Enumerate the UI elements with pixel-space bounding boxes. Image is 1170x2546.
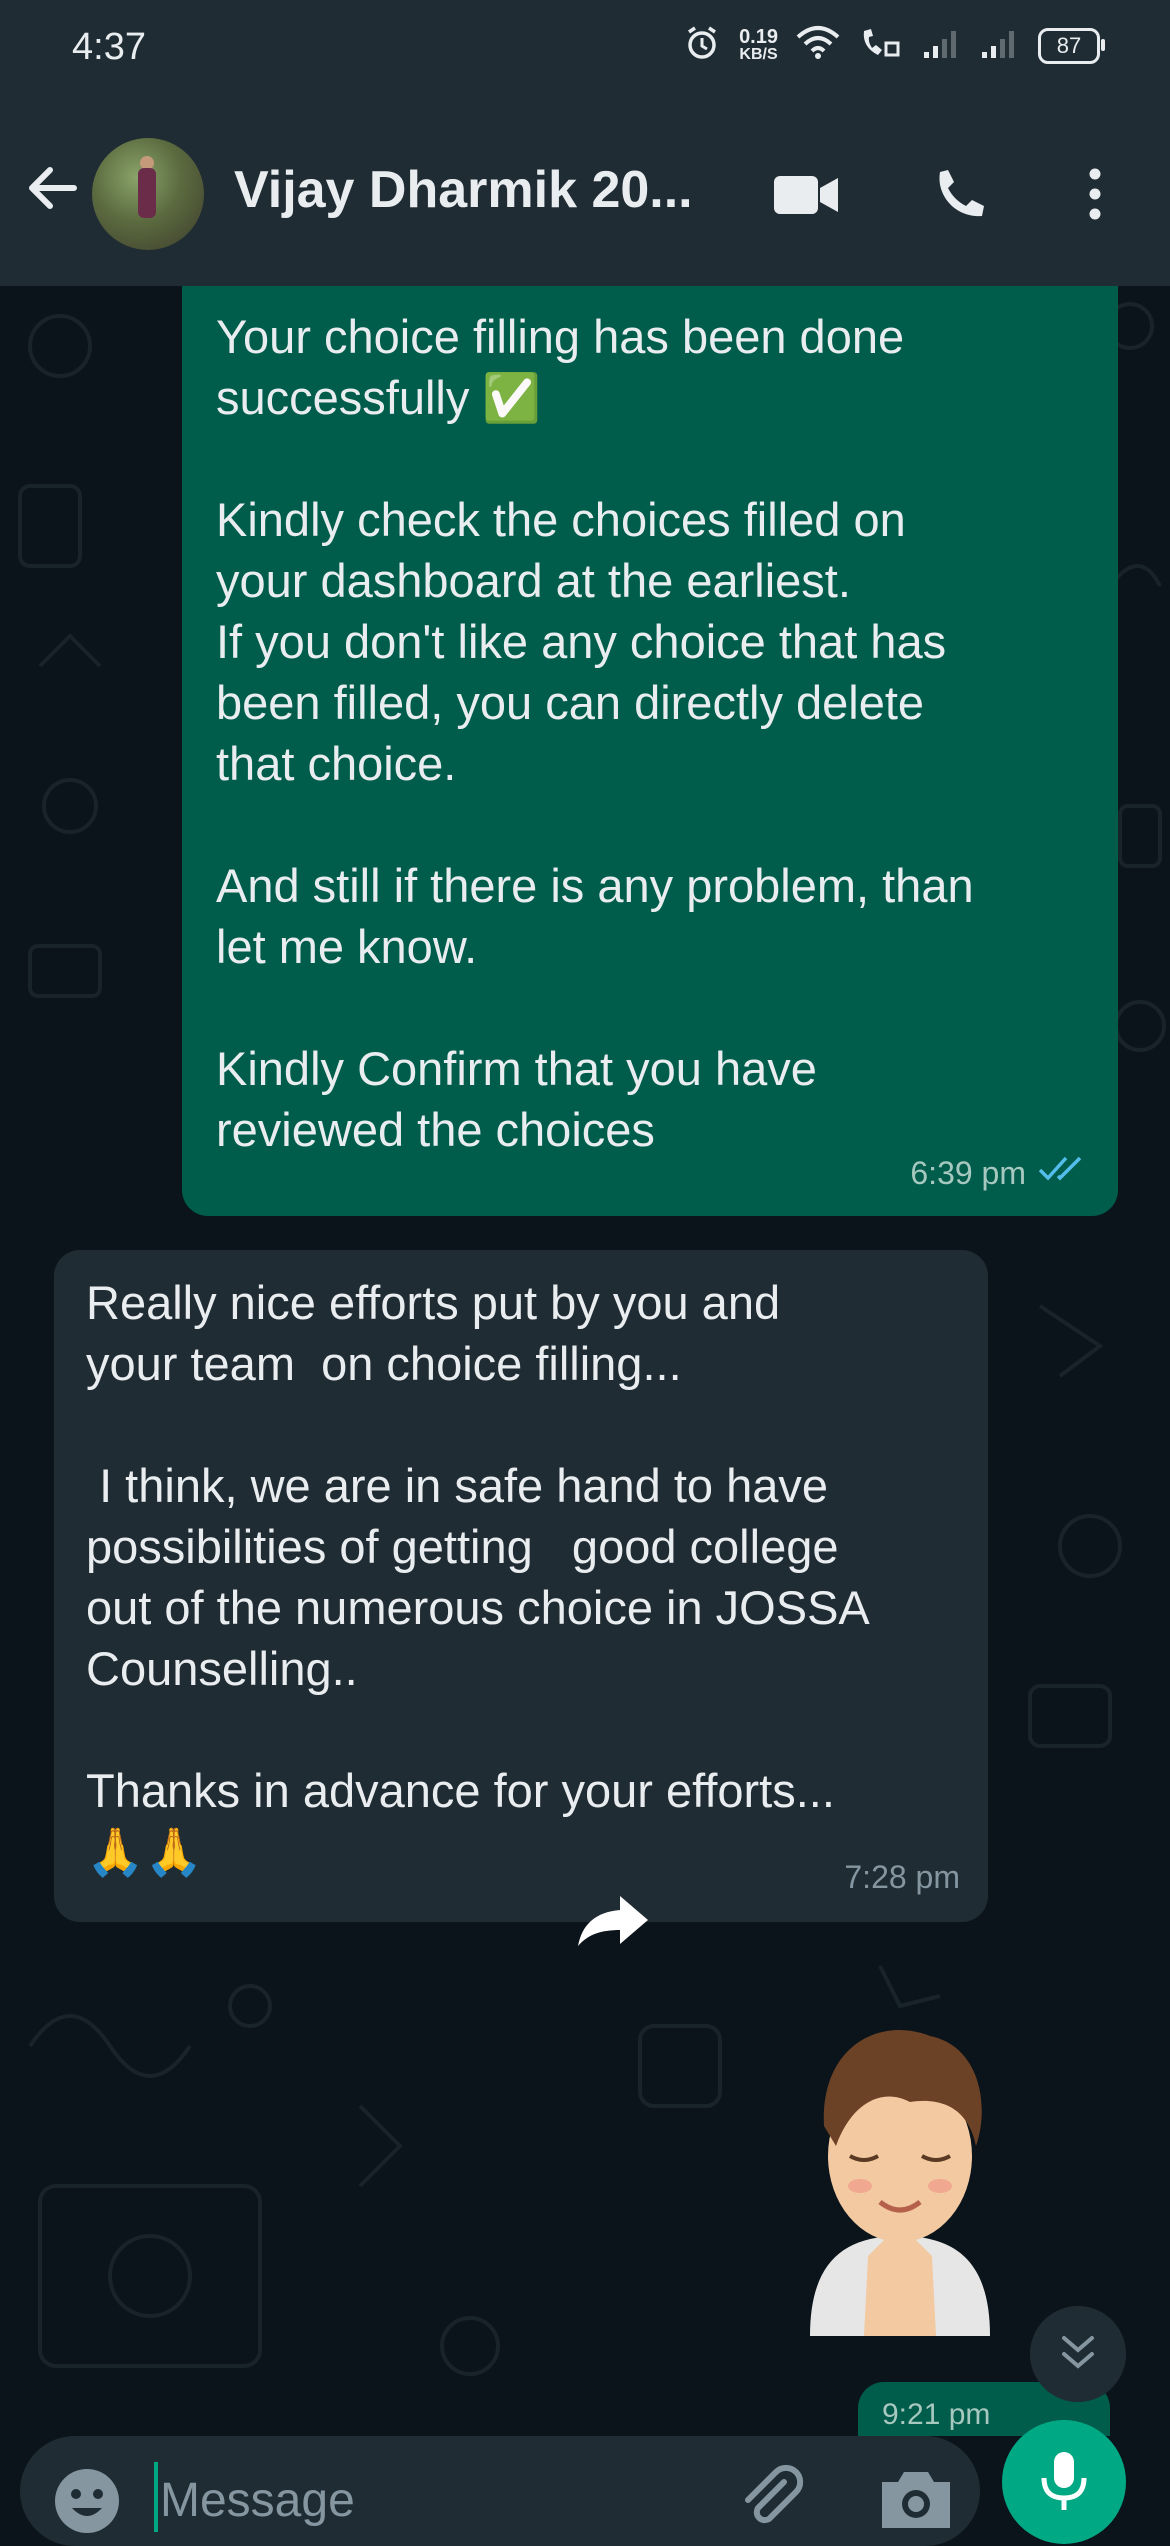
status-time: 4:37	[72, 26, 146, 68]
message-time: 9:21 pm	[882, 2398, 991, 2431]
incoming-message[interactable]: Really nice efforts put by you and your …	[54, 1250, 988, 1922]
message-time: 6:39 pm	[910, 1155, 1026, 1191]
emoji-icon[interactable]	[52, 2466, 122, 2541]
signal-icon-sim2	[980, 26, 1020, 65]
status-icons: 0.19 KB/S 87	[683, 24, 1105, 67]
paperclip-icon[interactable]	[736, 2462, 808, 2539]
status-bar: 4:37 0.19 KB/S 87	[0, 0, 1170, 106]
scroll-to-bottom-button[interactable]	[1030, 2306, 1126, 2402]
message-meta: 6:39 pm	[910, 1143, 1092, 1204]
praying-memoji-sticker[interactable]	[780, 2006, 1020, 2341]
voice-call-icon[interactable]	[930, 166, 990, 226]
net-speed: 0.19 KB/S	[739, 25, 778, 64]
back-arrow-icon[interactable]	[22, 158, 82, 218]
battery-indicator: 87	[1038, 27, 1105, 64]
contact-name[interactable]: Vijay Dharmik 20...	[234, 160, 693, 220]
double-check-read-icon	[1036, 1143, 1092, 1204]
alarm-icon	[683, 24, 721, 67]
message-text: Your choice filling has been done succes…	[216, 310, 974, 1156]
double-chevron-down-icon	[1056, 2330, 1100, 2379]
outgoing-message[interactable]: Your choice filling has been done succes…	[182, 286, 1118, 1216]
signal-icon-sim1	[922, 26, 962, 65]
message-text: Really nice efforts put by you and your …	[86, 1276, 870, 1878]
forward-arrow-icon[interactable]	[574, 1890, 654, 1955]
wifi-calling-icon	[858, 25, 904, 66]
more-options-icon[interactable]	[1080, 164, 1110, 224]
avatar[interactable]	[92, 138, 204, 250]
message-input[interactable]	[160, 2460, 720, 2540]
video-call-icon[interactable]	[772, 172, 842, 218]
microphone-icon	[1036, 2448, 1092, 2517]
message-time: 7:28 pm	[844, 1859, 960, 1895]
chat-messages[interactable]: Your choice filling has been done succes…	[0, 286, 1170, 2436]
voice-message-button[interactable]	[1002, 2420, 1126, 2544]
net-speed-unit: KB/S	[739, 45, 778, 63]
net-speed-value: 0.19	[739, 25, 778, 48]
text-cursor	[154, 2462, 158, 2532]
camera-icon[interactable]	[876, 2466, 956, 2537]
wifi-icon	[796, 25, 840, 66]
